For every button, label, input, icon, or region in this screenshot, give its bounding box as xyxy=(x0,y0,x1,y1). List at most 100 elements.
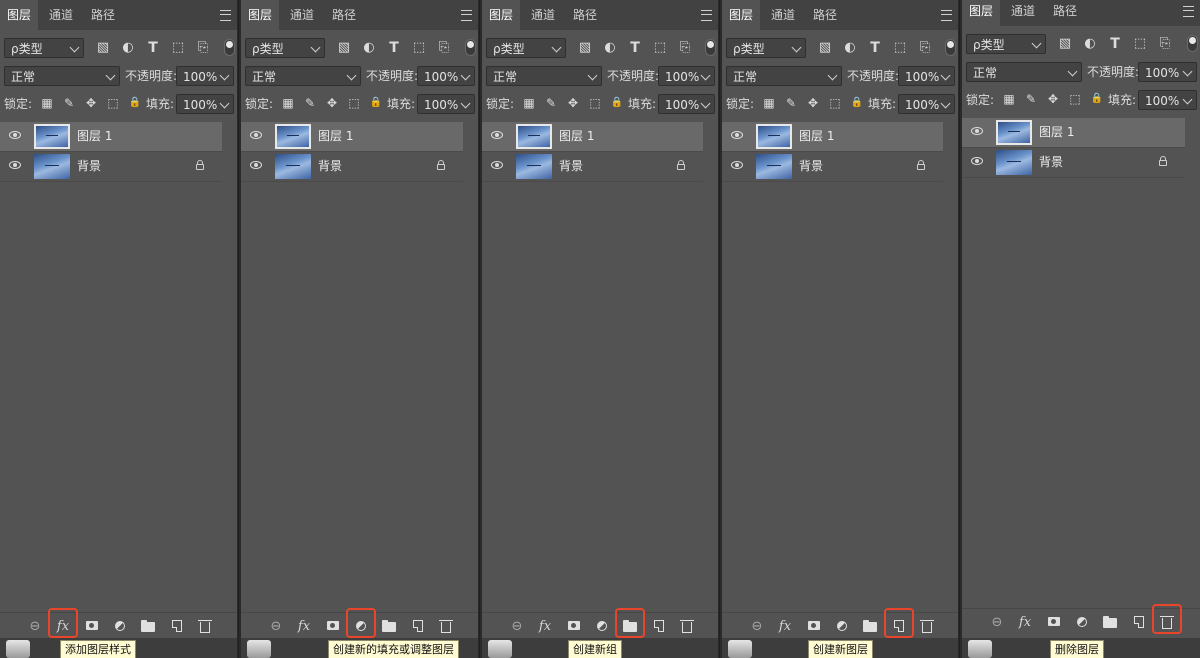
visibility-eye-icon[interactable] xyxy=(971,127,983,135)
fx-icon[interactable]: fx xyxy=(1017,614,1033,630)
link-icon[interactable]: ⊖ xyxy=(749,618,765,634)
layer-row[interactable]: 图层 1 xyxy=(0,122,222,152)
tab-channels[interactable]: 通道 xyxy=(42,0,80,30)
shape-filter-icon[interactable]: ⬚ xyxy=(171,41,185,55)
layer-filter-kind-dropdown[interactable]: ρ类型 xyxy=(726,38,806,58)
image-filter-icon[interactable]: ▧ xyxy=(578,41,592,55)
link-icon[interactable]: ⊖ xyxy=(268,618,284,634)
lock-image-pixels-icon[interactable]: ✎ xyxy=(62,96,76,110)
trash-icon[interactable] xyxy=(679,618,695,634)
lock-all-icon[interactable]: 🔒 xyxy=(610,96,624,110)
panel-menu-icon[interactable] xyxy=(701,10,712,21)
adjustment-filter-icon[interactable]: ◐ xyxy=(1083,37,1097,51)
trash-icon[interactable] xyxy=(438,618,454,634)
layer-name[interactable]: 图层 1 xyxy=(77,122,112,151)
adjustment-icon[interactable] xyxy=(594,618,610,634)
layer-filter-kind-dropdown[interactable]: ρ类型 xyxy=(486,38,566,58)
opacity-field[interactable]: 100% xyxy=(898,66,955,86)
smart-object-filter-icon[interactable]: ⎘ xyxy=(918,41,932,55)
visibility-eye-icon[interactable] xyxy=(250,161,262,169)
folder-icon[interactable] xyxy=(140,618,156,634)
fill-field[interactable]: 100% xyxy=(658,94,715,114)
visibility-eye-icon[interactable] xyxy=(971,157,983,165)
mask-icon[interactable] xyxy=(806,618,822,634)
lock-image-pixels-icon[interactable]: ✎ xyxy=(544,96,558,110)
panel-menu-icon[interactable] xyxy=(461,10,472,21)
tab-channels[interactable]: 通道 xyxy=(1004,0,1042,26)
blend-mode-dropdown[interactable]: 正常 xyxy=(4,66,120,86)
layer-name[interactable]: 背景 xyxy=(1039,148,1063,177)
mask-icon[interactable] xyxy=(84,618,100,634)
lock-transparent-pixels-icon[interactable]: ▦ xyxy=(1002,92,1016,106)
folder-icon[interactable] xyxy=(1102,614,1118,630)
shape-filter-icon[interactable]: ⬚ xyxy=(653,41,667,55)
layer-row[interactable]: 图层 1 xyxy=(722,122,943,152)
layer-row[interactable]: 图层 1 xyxy=(482,122,703,152)
lock-all-icon[interactable]: 🔒 xyxy=(850,96,864,110)
layer-name[interactable]: 背景 xyxy=(77,152,101,181)
type-filter-icon[interactable]: T xyxy=(387,41,401,55)
tab-layers[interactable]: 图层 xyxy=(241,0,280,30)
adjustment-filter-icon[interactable]: ◐ xyxy=(121,41,135,55)
layer-row[interactable]: 图层 1 xyxy=(241,122,463,152)
visibility-eye-icon[interactable] xyxy=(731,161,743,169)
image-filter-icon[interactable]: ▧ xyxy=(818,41,832,55)
adjustment-icon[interactable] xyxy=(834,618,850,634)
blend-mode-dropdown[interactable]: 正常 xyxy=(726,66,842,86)
layer-filter-kind-dropdown[interactable]: ρ类型 xyxy=(966,34,1046,54)
trash-icon[interactable] xyxy=(919,618,935,634)
mask-icon[interactable] xyxy=(1046,614,1062,630)
tab-paths[interactable]: 路径 xyxy=(806,0,844,30)
image-filter-icon[interactable]: ▧ xyxy=(96,41,110,55)
visibility-eye-icon[interactable] xyxy=(731,131,743,139)
lock-image-pixels-icon[interactable]: ✎ xyxy=(303,96,317,110)
type-filter-icon[interactable]: T xyxy=(146,41,160,55)
layer-filter-kind-dropdown[interactable]: ρ类型 xyxy=(4,38,84,58)
opacity-field[interactable]: 100% xyxy=(1138,62,1197,82)
link-icon[interactable]: ⊖ xyxy=(989,614,1005,630)
visibility-eye-icon[interactable] xyxy=(9,131,21,139)
tab-layers[interactable]: 图层 xyxy=(482,0,521,30)
lock-transparent-pixels-icon[interactable]: ▦ xyxy=(762,96,776,110)
filter-toggle-switch[interactable] xyxy=(705,39,716,56)
tab-channels[interactable]: 通道 xyxy=(524,0,562,30)
type-filter-icon[interactable]: T xyxy=(628,41,642,55)
fx-icon[interactable]: fx xyxy=(537,618,553,634)
lock-artboard-icon[interactable]: ⬚ xyxy=(106,96,120,110)
link-icon[interactable]: ⊖ xyxy=(509,618,525,634)
tab-layers[interactable]: 图层 xyxy=(962,0,1001,26)
lock-artboard-icon[interactable]: ⬚ xyxy=(588,96,602,110)
smart-object-filter-icon[interactable]: ⎘ xyxy=(1158,37,1172,51)
new-layer-icon[interactable] xyxy=(1131,614,1147,630)
lock-image-pixels-icon[interactable]: ✎ xyxy=(1024,92,1038,106)
layer-name[interactable]: 背景 xyxy=(799,152,823,181)
filter-toggle-switch[interactable] xyxy=(1187,35,1198,52)
folder-icon[interactable] xyxy=(381,618,397,634)
lock-position-icon[interactable]: ✥ xyxy=(806,96,820,110)
lock-position-icon[interactable]: ✥ xyxy=(566,96,580,110)
shape-filter-icon[interactable]: ⬚ xyxy=(412,41,426,55)
smart-object-filter-icon[interactable]: ⎘ xyxy=(196,41,210,55)
new-layer-icon[interactable] xyxy=(169,618,185,634)
layer-name[interactable]: 图层 1 xyxy=(1039,118,1074,147)
layer-row[interactable]: 背景 xyxy=(241,152,463,182)
fill-field[interactable]: 100% xyxy=(898,94,955,114)
blend-mode-dropdown[interactable]: 正常 xyxy=(245,66,361,86)
layer-row[interactable]: 背景 xyxy=(962,148,1185,178)
type-filter-icon[interactable]: T xyxy=(868,41,882,55)
layer-row[interactable]: 图层 1 xyxy=(962,118,1185,148)
layer-name[interactable]: 背景 xyxy=(559,152,583,181)
visibility-eye-icon[interactable] xyxy=(9,161,21,169)
panel-menu-icon[interactable] xyxy=(941,10,952,21)
adjustment-filter-icon[interactable]: ◐ xyxy=(843,41,857,55)
opacity-field[interactable]: 100% xyxy=(176,66,234,86)
filter-toggle-switch[interactable] xyxy=(224,39,235,56)
opacity-field[interactable]: 100% xyxy=(658,66,715,86)
tab-channels[interactable]: 通道 xyxy=(764,0,802,30)
lock-position-icon[interactable]: ✥ xyxy=(325,96,339,110)
lock-artboard-icon[interactable]: ⬚ xyxy=(347,96,361,110)
layer-filter-kind-dropdown[interactable]: ρ类型 xyxy=(245,38,325,58)
tab-layers[interactable]: 图层 xyxy=(722,0,761,30)
layer-row[interactable]: 背景 xyxy=(482,152,703,182)
mask-icon[interactable] xyxy=(325,618,341,634)
